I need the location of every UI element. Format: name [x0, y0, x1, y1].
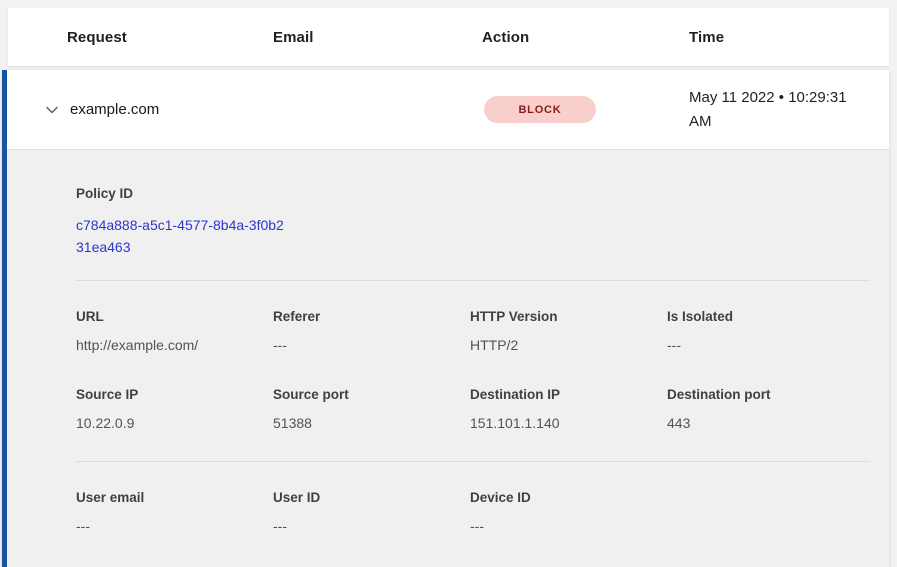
details-row-network: Source IP10.22.0.9Source port51388Destin…	[76, 387, 870, 431]
detail-field-label: User email	[76, 490, 273, 505]
status-badge-block: BLOCK	[484, 96, 596, 123]
action-cell: BLOCK	[484, 96, 689, 123]
detail-field-value: ---	[273, 518, 470, 534]
chevron-down-icon	[44, 102, 60, 118]
detail-field: User email ---	[76, 490, 273, 534]
section-divider	[76, 461, 870, 462]
detail-field-value: ---	[470, 518, 667, 534]
table-row[interactable]: example.com BLOCK May 11 2022 • 10:29:31…	[7, 70, 889, 150]
detail-field: Destination port 443	[667, 387, 864, 431]
column-header-time: Time	[689, 29, 889, 46]
detail-field-value: 51388	[273, 415, 470, 431]
detail-field: User ID ---	[273, 490, 470, 534]
detail-field-label: URL	[76, 309, 273, 324]
detail-field-label: Is Isolated	[667, 309, 864, 324]
collapse-row-button[interactable]	[42, 100, 62, 120]
detail-field: URL http://example.com/	[76, 309, 273, 353]
request-details-panel: Policy ID c784a888-a5c1-4577-8b4a-3f0b23…	[7, 150, 889, 567]
section-divider	[76, 280, 870, 281]
table-header: Request Email Action Time	[8, 8, 889, 66]
column-header-request: Request	[67, 29, 273, 46]
column-header-email: Email	[273, 29, 482, 46]
request-domain: example.com	[70, 101, 484, 118]
detail-field-label: Destination IP	[470, 387, 667, 402]
details-row-user: User email---User ID---Device ID---	[76, 490, 870, 534]
detail-field-value: 151.101.1.140	[470, 415, 667, 431]
detail-field-label: Device ID	[470, 490, 667, 505]
column-header-action: Action	[482, 29, 689, 46]
detail-field-value: ---	[76, 518, 273, 534]
detail-field: Destination IP 151.101.1.140	[470, 387, 667, 431]
detail-field: Referer ---	[273, 309, 470, 353]
policy-id-label: Policy ID	[76, 186, 870, 201]
details-row-http: URL http://example.com/Referer ---HTTP Ver…	[76, 309, 870, 353]
policy-id-link[interactable]: c784a888-a5c1-4577-8b4a-3f0b231ea463	[76, 214, 291, 258]
detail-field-value: http://example.com/	[76, 337, 273, 353]
detail-field: Source port 51388	[273, 387, 470, 431]
detail-field: Device ID ---	[470, 490, 667, 534]
detail-field: HTTP Version HTTP/2	[470, 309, 667, 353]
detail-field-label: Referer	[273, 309, 470, 324]
detail-field-label: Source port	[273, 387, 470, 402]
detail-field-value: 443	[667, 415, 864, 431]
detail-field-value: 10.22.0.9	[76, 415, 273, 431]
request-time: May 11 2022 • 10:29:31 AM	[689, 86, 875, 134]
detail-field-value: ---	[273, 337, 470, 353]
detail-field-value: HTTP/2	[470, 337, 667, 353]
detail-field-label: Destination port	[667, 387, 864, 402]
detail-field-label: User ID	[273, 490, 470, 505]
detail-field-label: HTTP Version	[470, 309, 667, 324]
detail-field: Source IP 10.22.0.9	[76, 387, 273, 431]
detail-field-value: ---	[667, 337, 864, 353]
detail-field: Is Isolated ---	[667, 309, 864, 353]
policy-id-section: Policy ID c784a888-a5c1-4577-8b4a-3f0b23…	[76, 186, 870, 258]
detail-field-label: Source IP	[76, 387, 273, 402]
log-row-expanded: example.com BLOCK May 11 2022 • 10:29:31…	[2, 70, 889, 567]
